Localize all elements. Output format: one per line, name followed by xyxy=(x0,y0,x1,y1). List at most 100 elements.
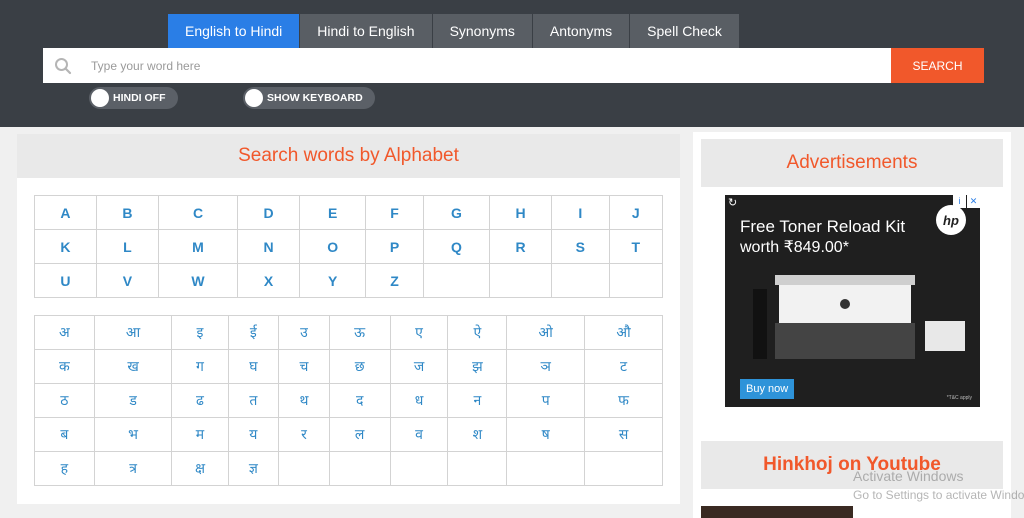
alphabet-letter-link[interactable]: म xyxy=(171,417,229,452)
alphabet-letter-link[interactable]: इ xyxy=(171,315,229,350)
alphabet-letter-link[interactable]: द xyxy=(328,383,391,418)
tab-english-to-hindi[interactable]: English to Hindi xyxy=(168,14,301,48)
alphabet-row: ABCDEFGHIJ xyxy=(34,195,664,230)
alphabet-letter-link[interactable]: A xyxy=(34,195,97,230)
alphabet-letter-link[interactable]: R xyxy=(489,229,553,264)
advertisement-banner[interactable]: ↻ i ✕ Free Toner Reload Kit worth ₹849.0… xyxy=(725,195,980,407)
tab-hindi-to-english[interactable]: Hindi to English xyxy=(300,14,433,48)
alphabet-letter-link[interactable]: M xyxy=(157,229,239,264)
keyboard-toggle[interactable]: SHOW KEYBOARD xyxy=(243,87,375,109)
alphabet-letter-link[interactable]: ड xyxy=(93,383,173,418)
empty-cell xyxy=(389,451,449,486)
toggle-knob xyxy=(91,89,109,107)
alphabet-letter-link[interactable]: स xyxy=(584,417,663,452)
alphabet-letter-link[interactable]: घ xyxy=(227,349,280,384)
alphabet-letter-link[interactable]: B xyxy=(95,195,159,230)
alphabet-letter-link[interactable]: S xyxy=(551,229,610,264)
alphabet-letter-link[interactable]: O xyxy=(299,229,367,264)
alphabet-letter-link[interactable]: औ xyxy=(584,315,663,350)
alphabet-letter-link[interactable]: X xyxy=(237,263,301,298)
search-bar: SEARCH xyxy=(43,48,984,83)
alphabet-letter-link[interactable]: छ xyxy=(328,349,391,384)
alphabet-letter-link[interactable]: ऐ xyxy=(447,315,508,350)
alphabet-row: UVWXYZ xyxy=(34,263,664,298)
alphabet-letter-link[interactable]: Y xyxy=(299,263,367,298)
alphabet-letter-link[interactable]: F xyxy=(365,195,424,230)
alphabet-letter-link[interactable]: ज्ञ xyxy=(227,451,280,486)
alphabet-letter-link[interactable]: र xyxy=(278,417,330,452)
search-button[interactable]: SEARCH xyxy=(891,48,984,83)
alphabet-letter-link[interactable]: G xyxy=(422,195,491,230)
alphabet-letter-link[interactable]: व xyxy=(389,417,449,452)
alphabet-letter-link[interactable]: फ xyxy=(584,383,663,418)
alphabet-letter-link[interactable]: उ xyxy=(278,315,330,350)
alphabet-letter-link[interactable]: Q xyxy=(422,229,491,264)
alphabet-letter-link[interactable]: ञ xyxy=(506,349,586,384)
alphabet-letter-link[interactable]: ट xyxy=(584,349,663,384)
alphabet-letter-link[interactable]: Z xyxy=(365,263,424,298)
alphabet-letter-link[interactable]: ओ xyxy=(506,315,586,350)
alphabet-letter-link[interactable]: ख xyxy=(93,349,173,384)
buy-now-button[interactable]: Buy now xyxy=(740,379,795,399)
alphabet-letter-link[interactable]: ग xyxy=(171,349,229,384)
tab-spell-check[interactable]: Spell Check xyxy=(630,14,740,48)
alphabet-letter-link[interactable]: K xyxy=(34,229,97,264)
alphabet-letter-link[interactable]: C xyxy=(157,195,239,230)
alphabet-letter-link[interactable]: U xyxy=(34,263,97,298)
printer-image xyxy=(753,275,965,359)
search-input[interactable] xyxy=(83,48,891,83)
alphabet-letter-link[interactable]: J xyxy=(608,195,664,230)
alphabet-letter-link[interactable]: ठ xyxy=(34,383,95,418)
alphabet-letter-link[interactable]: न xyxy=(447,383,508,418)
tab-synonyms[interactable]: Synonyms xyxy=(432,14,533,48)
alphabet-letter-link[interactable]: य xyxy=(227,417,280,452)
alphabet-letter-link[interactable]: H xyxy=(489,195,553,230)
alphabet-letter-link[interactable]: त xyxy=(227,383,280,418)
empty-cell xyxy=(447,451,508,486)
search-icon xyxy=(43,48,83,83)
youtube-thumbnail[interactable] xyxy=(701,506,853,518)
alphabet-letter-link[interactable]: ध xyxy=(389,383,449,418)
alphabet-letter-link[interactable]: भ xyxy=(93,417,173,452)
alphabet-letter-link[interactable]: ह xyxy=(34,451,95,486)
alphabet-letter-link[interactable]: ल xyxy=(328,417,391,452)
alphabet-letter-link[interactable]: त्र xyxy=(93,451,173,486)
alphabet-letter-link[interactable]: अ xyxy=(34,315,95,350)
hindi-toggle[interactable]: HINDI OFF xyxy=(89,87,178,109)
alphabet-letter-link[interactable]: ज xyxy=(389,349,449,384)
empty-cell xyxy=(551,263,610,298)
empty-cell xyxy=(328,451,391,486)
ad-close-icon[interactable]: ✕ xyxy=(967,195,980,208)
alphabet-letter-link[interactable]: ब xyxy=(34,417,95,452)
english-alphabet-grid: ABCDEFGHIJKLMNOPQRSTUVWXYZ xyxy=(34,195,664,298)
alphabet-letter-link[interactable]: झ xyxy=(447,349,508,384)
alphabet-letter-link[interactable]: ष xyxy=(506,417,586,452)
empty-cell xyxy=(608,263,664,298)
alphabet-letter-link[interactable]: V xyxy=(95,263,159,298)
alphabet-letter-link[interactable]: P xyxy=(365,229,424,264)
alphabet-letter-link[interactable]: L xyxy=(95,229,159,264)
alphabet-letter-link[interactable]: ए xyxy=(389,315,449,350)
keyboard-toggle-label: SHOW KEYBOARD xyxy=(267,92,363,104)
alphabet-letter-link[interactable]: ऊ xyxy=(328,315,391,350)
alphabet-letter-link[interactable]: E xyxy=(299,195,367,230)
alphabet-letter-link[interactable]: D xyxy=(237,195,301,230)
hindi-alphabet-grid: अआइईउऊएऐओऔकखगघचछजझञटठडढतथदधनपफबभमयरलवशषस… xyxy=(34,315,663,486)
replay-icon[interactable]: ↻ xyxy=(728,196,737,209)
alphabet-letter-link[interactable]: I xyxy=(551,195,610,230)
alphabet-letter-link[interactable]: W xyxy=(157,263,239,298)
alphabet-letter-link[interactable]: T xyxy=(608,229,664,264)
alphabet-letter-link[interactable]: N xyxy=(237,229,301,264)
tab-antonyms[interactable]: Antonyms xyxy=(532,14,631,48)
alphabet-letter-link[interactable]: श xyxy=(447,417,508,452)
alphabet-letter-link[interactable]: क्ष xyxy=(171,451,229,486)
alphabet-letter-link[interactable]: आ xyxy=(93,315,173,350)
alphabet-letter-link[interactable]: क xyxy=(34,349,95,384)
alphabet-row: अआइईउऊएऐओऔ xyxy=(34,315,663,350)
alphabet-letter-link[interactable]: ई xyxy=(227,315,280,350)
alphabet-letter-link[interactable]: च xyxy=(278,349,330,384)
hp-logo: hp xyxy=(936,205,966,235)
alphabet-letter-link[interactable]: थ xyxy=(278,383,330,418)
alphabet-letter-link[interactable]: ढ xyxy=(171,383,229,418)
alphabet-letter-link[interactable]: प xyxy=(506,383,586,418)
